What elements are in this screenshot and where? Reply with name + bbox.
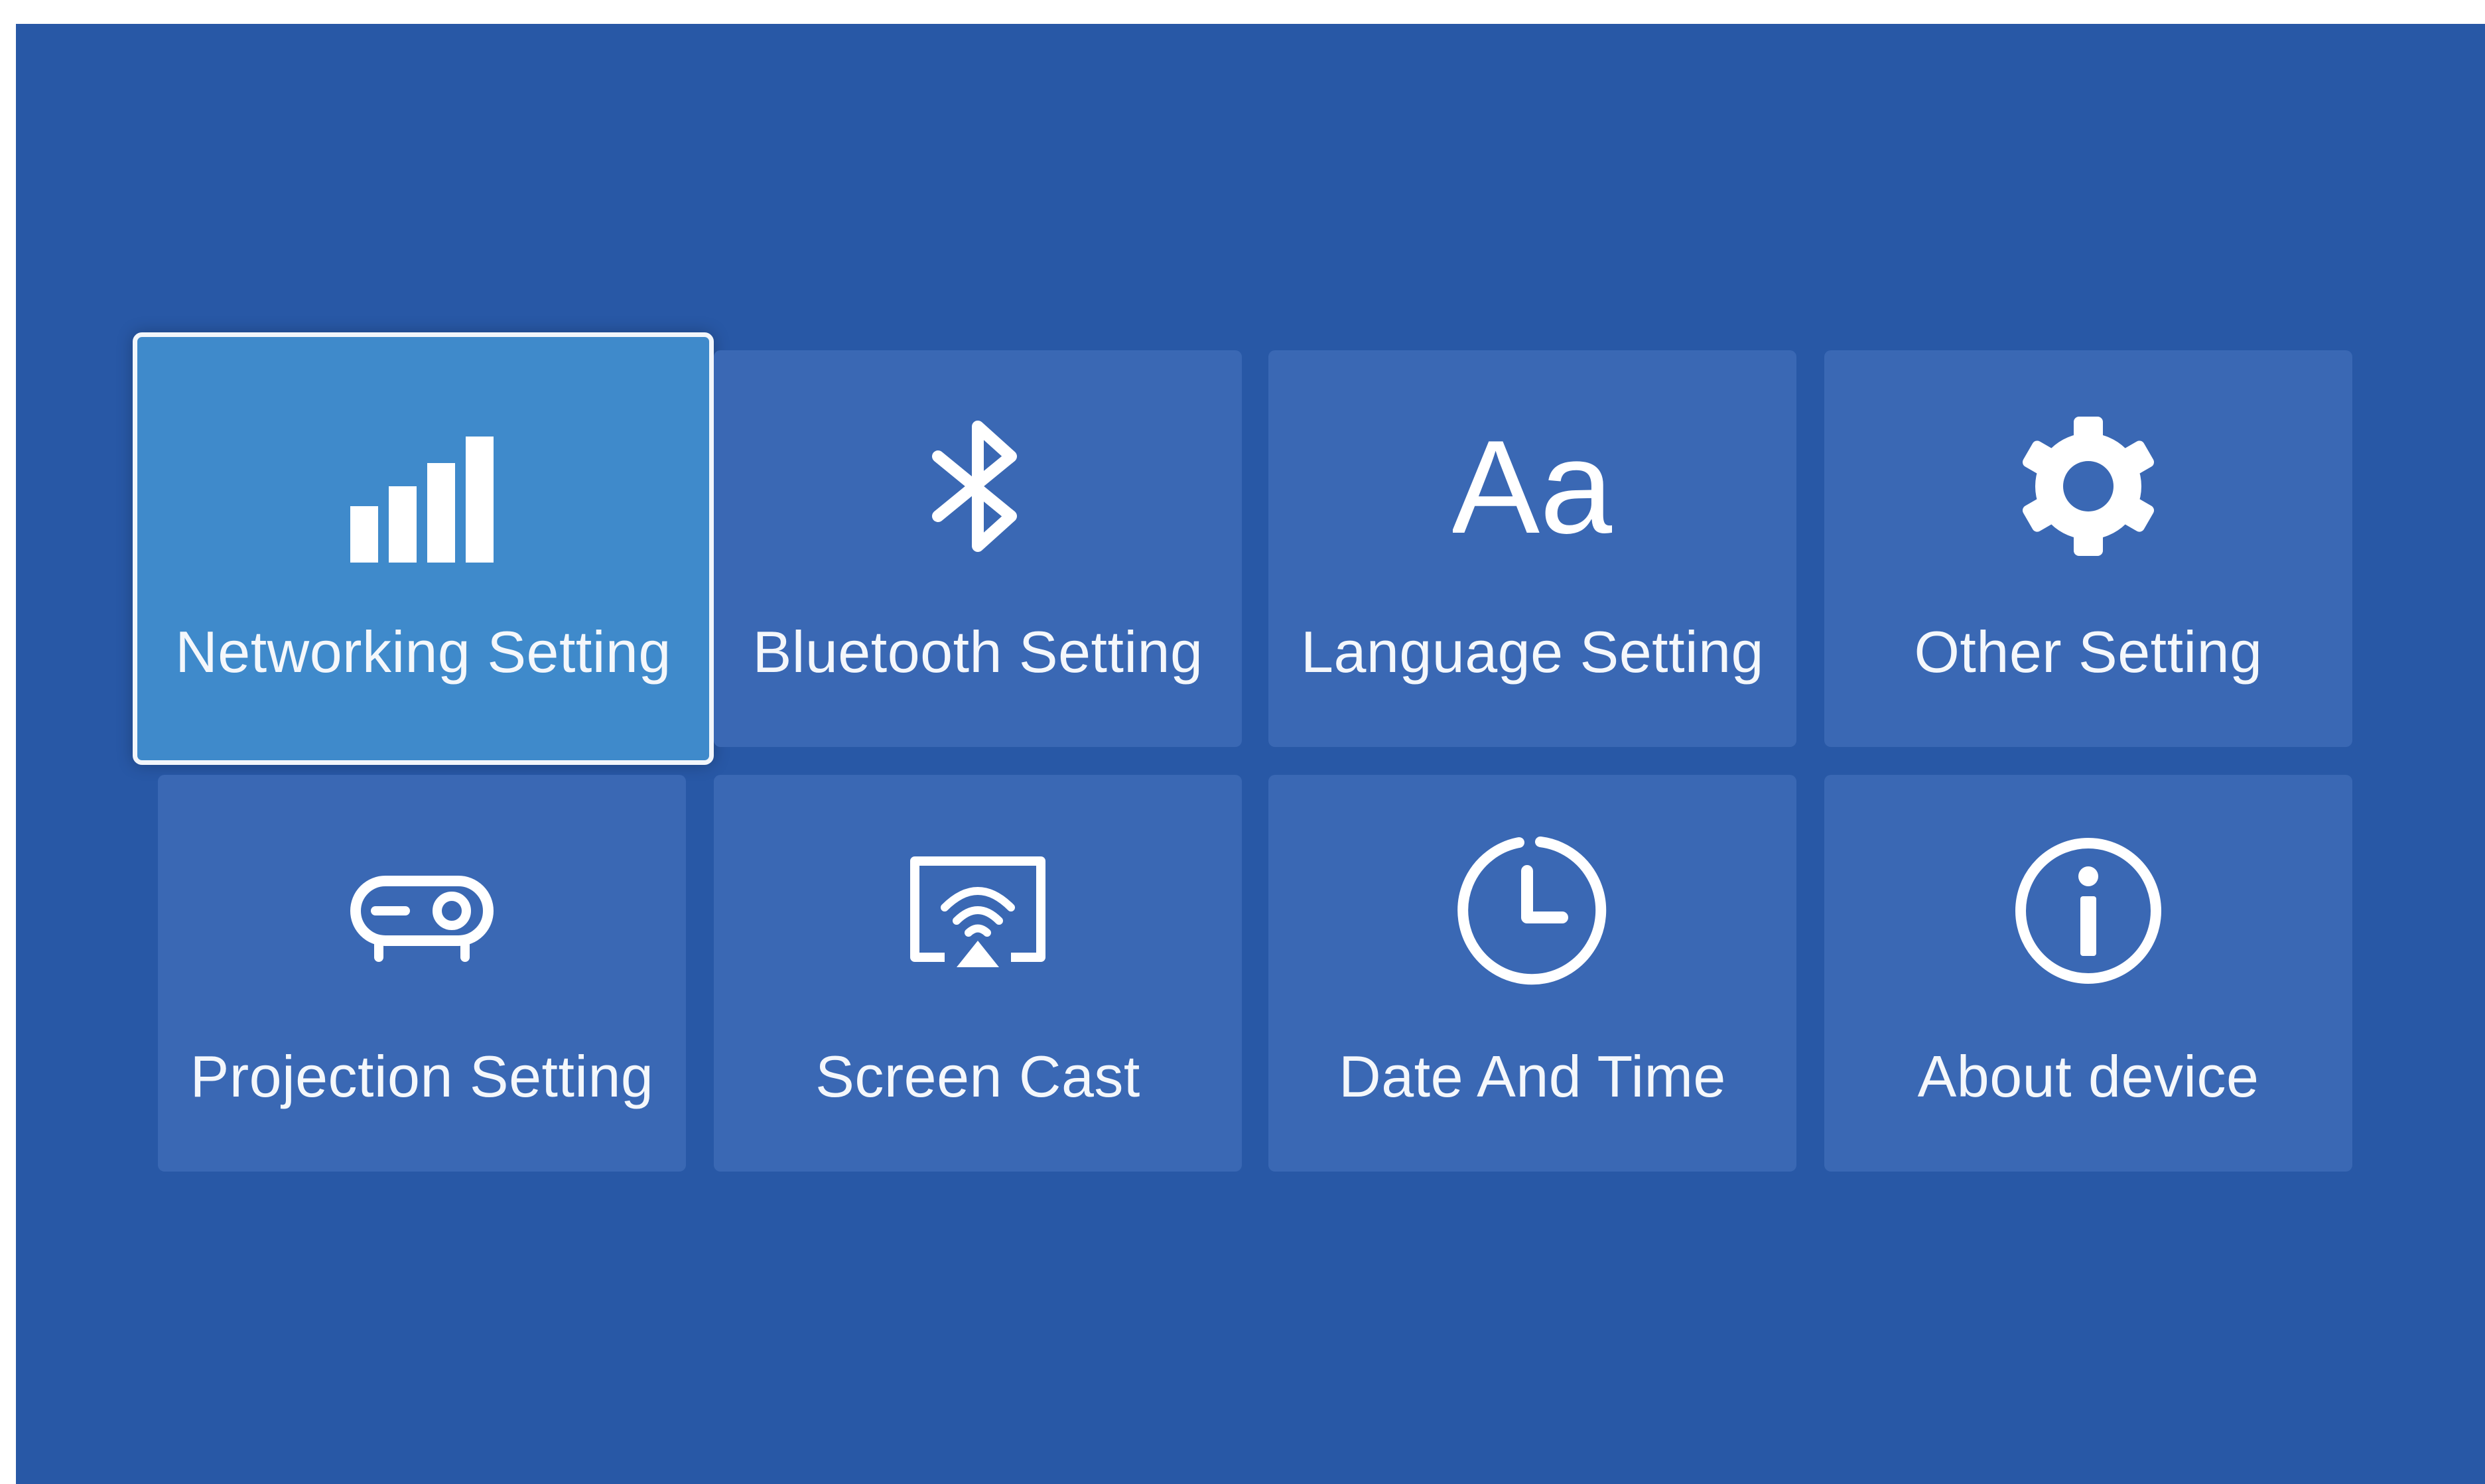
- tile-date-and-time[interactable]: Date And Time: [1268, 775, 1796, 1172]
- tile-other-setting[interactable]: Other Setting: [1824, 350, 2352, 747]
- tile-label: About device: [1917, 1044, 2259, 1109]
- clock-icon: [1453, 831, 1612, 990]
- tile-label: Date And Time: [1339, 1044, 1726, 1109]
- info-icon: [2009, 831, 2168, 990]
- projector-icon: [342, 831, 502, 990]
- tile-language-setting[interactable]: Aa Language Setting: [1268, 350, 1796, 747]
- screen-cast-icon: [898, 831, 1057, 990]
- settings-screen: Networking Setting Bluetooth Setting Aa …: [16, 24, 2485, 1484]
- tile-networking-setting[interactable]: Networking Setting: [133, 332, 714, 765]
- tile-label: Other Setting: [1914, 619, 2263, 685]
- tile-about-device[interactable]: About device: [1824, 775, 2352, 1172]
- bluetooth-icon: [898, 407, 1057, 566]
- language-glyph: Aa: [1453, 413, 1612, 561]
- language-aa-icon: Aa: [1453, 407, 1612, 566]
- tile-bluetooth-setting[interactable]: Bluetooth Setting: [714, 350, 1242, 747]
- tile-label: Networking Setting: [175, 619, 671, 685]
- signal-bars-icon: [344, 417, 503, 576]
- tile-label: Screen Cast: [815, 1044, 1140, 1109]
- tile-label: Projection Setting: [190, 1044, 654, 1109]
- gear-icon: [2009, 407, 2168, 566]
- tile-screen-cast[interactable]: Screen Cast: [714, 775, 1242, 1172]
- tile-label: Bluetooth Setting: [752, 619, 1203, 685]
- tile-projection-setting[interactable]: Projection Setting: [158, 775, 686, 1172]
- tile-label: Language Setting: [1301, 619, 1764, 685]
